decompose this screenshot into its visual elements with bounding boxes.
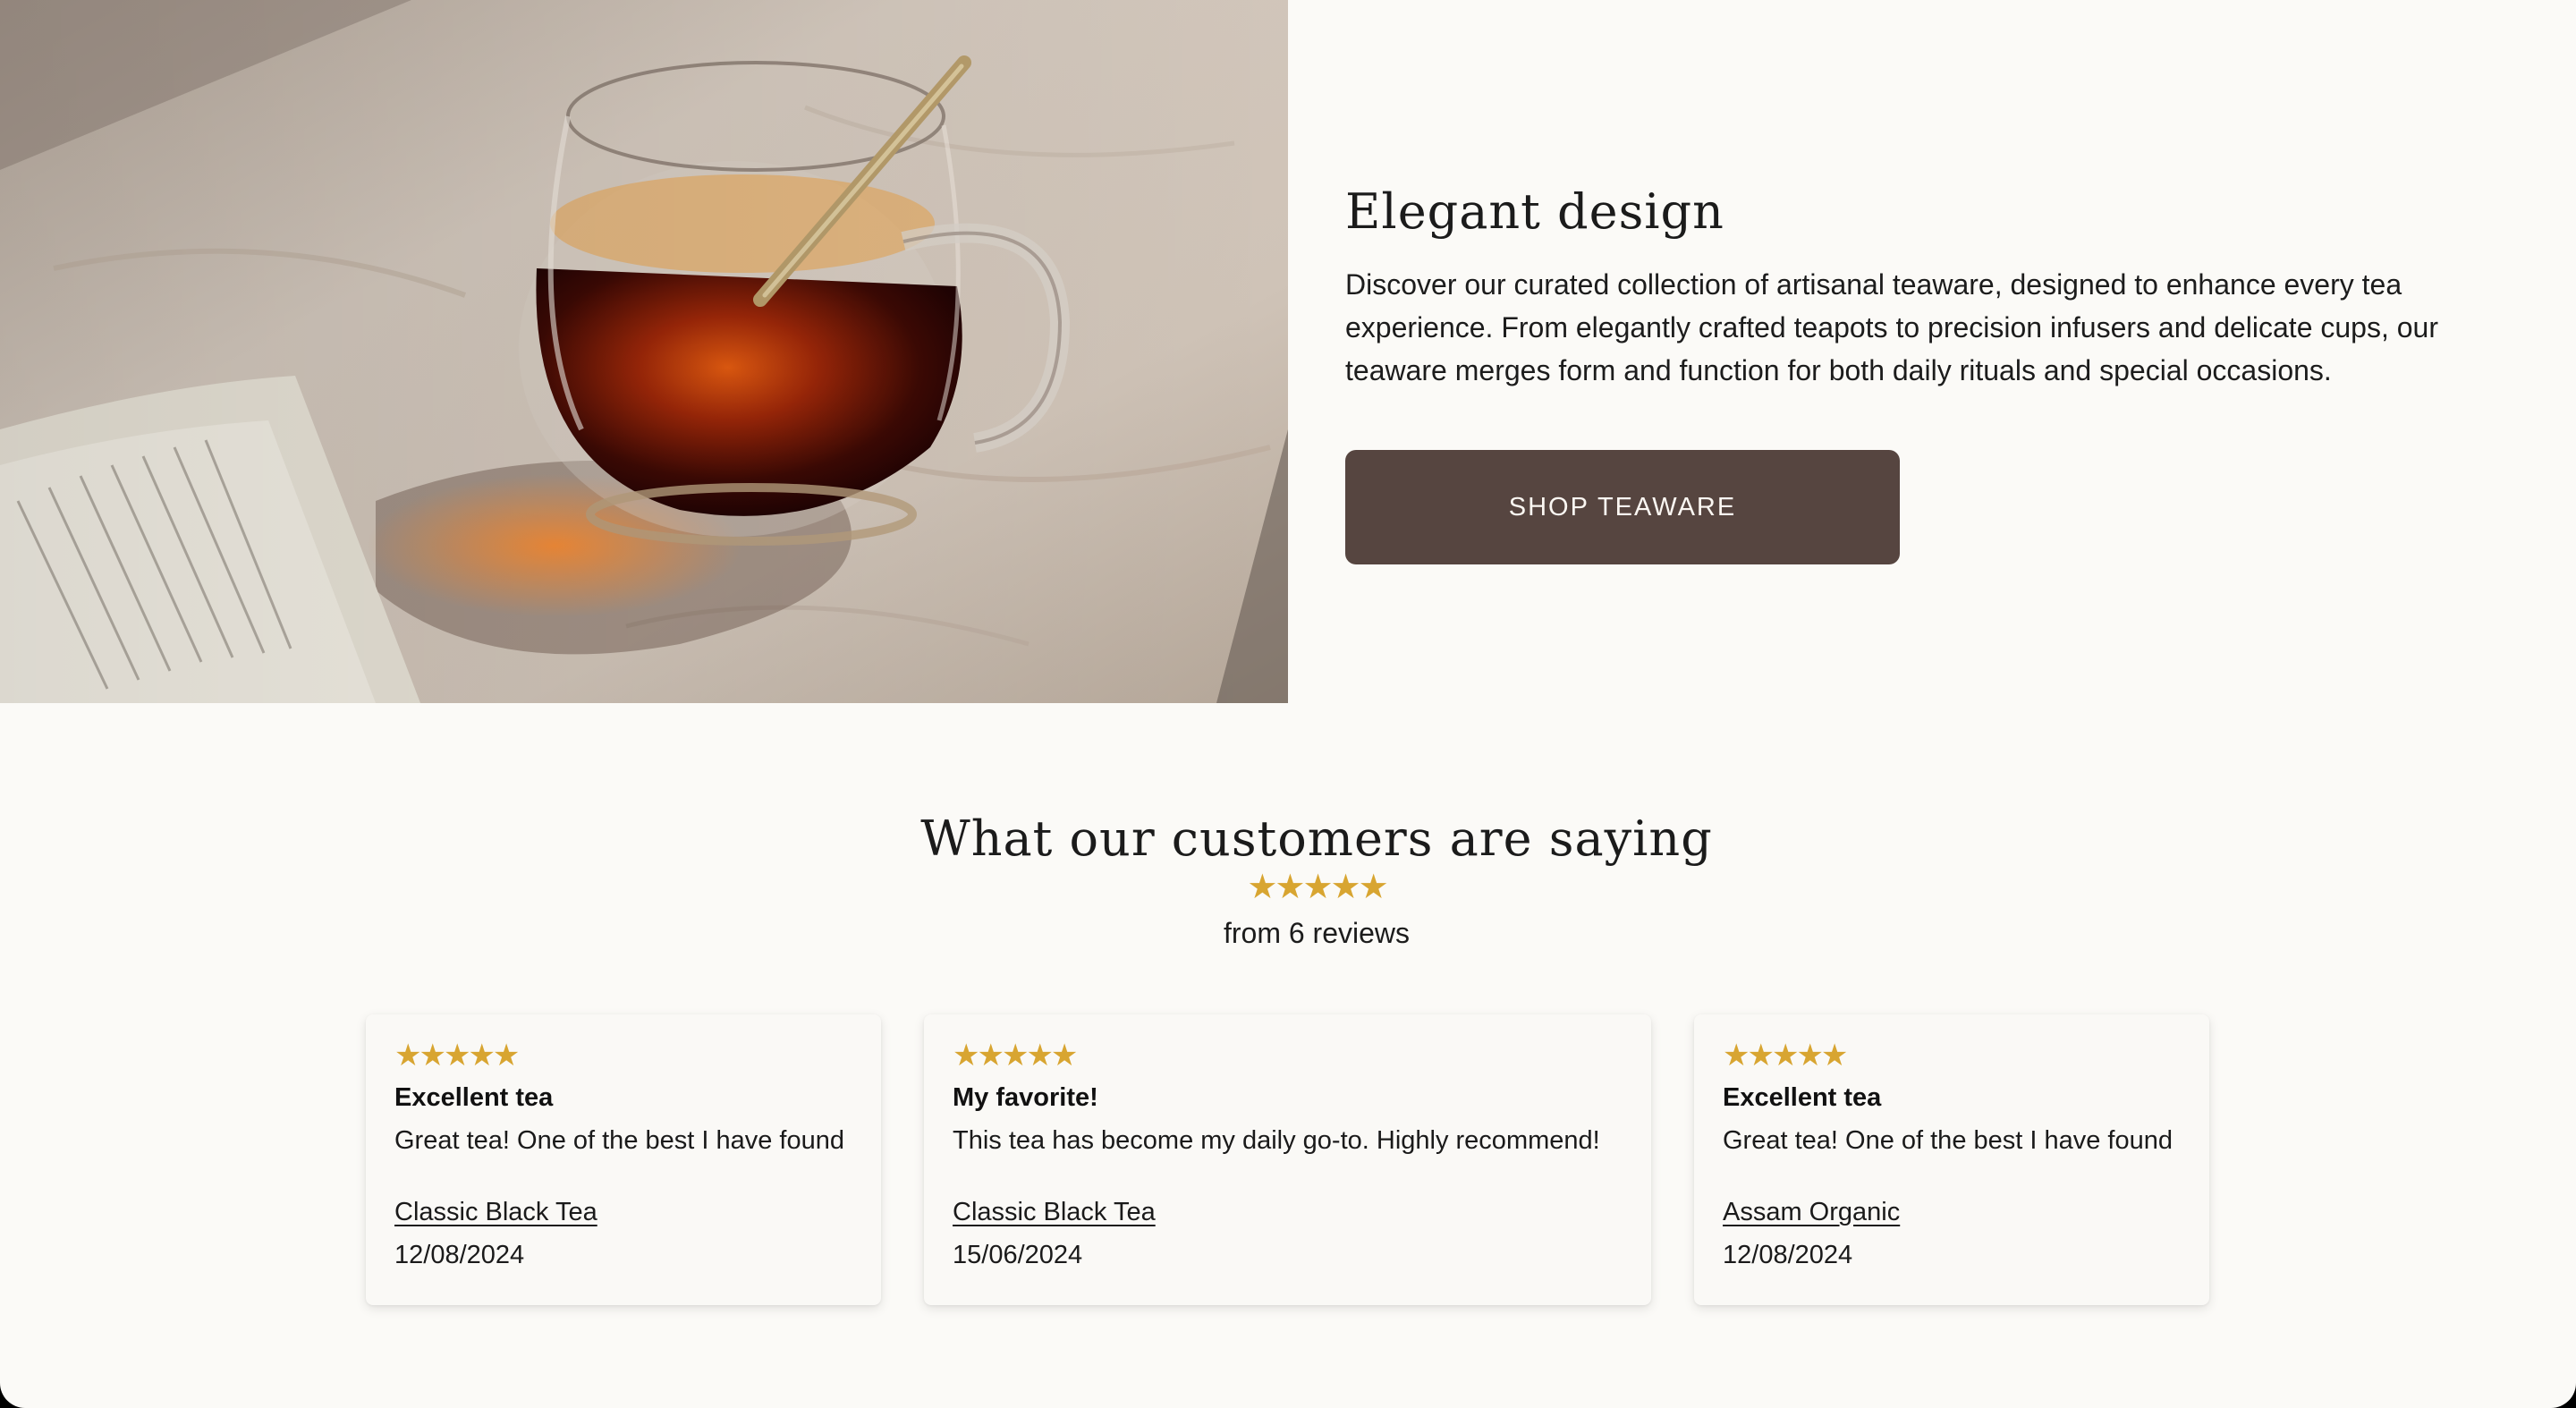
- review-date: 15/06/2024: [953, 1241, 1083, 1269]
- review-product-link[interactable]: Classic Black Tea: [394, 1192, 597, 1233]
- reviews-title: What our customers are saying: [920, 810, 1713, 867]
- average-rating-stars: ★★★★★: [1247, 869, 1388, 906]
- review-product-link[interactable]: Assam Organic: [1723, 1192, 1900, 1233]
- review-card: ★★★★★ My favorite! This tea has become m…: [924, 1014, 1651, 1305]
- review-stars: ★★★★★: [1723, 1039, 1848, 1073]
- hero-text-block: Elegant design Discover our curated coll…: [1345, 183, 2508, 392]
- shop-teaware-button[interactable]: SHOP TEAWARE: [1345, 450, 1900, 564]
- tea-cup-photo-illustration: [0, 0, 1288, 703]
- hero-description: Discover our curated collection of artis…: [1345, 268, 2438, 386]
- reviews-header: What our customers are saying ★★★★★ from…: [0, 803, 2576, 954]
- review-count: from 6 reviews: [1223, 917, 1411, 949]
- hero-title: Elegant design: [1345, 183, 1724, 240]
- review-title: Excellent tea: [1723, 1083, 1882, 1112]
- review-stars: ★★★★★: [394, 1039, 520, 1073]
- review-product-link[interactable]: Classic Black Tea: [953, 1192, 1156, 1233]
- review-stars: ★★★★★: [953, 1039, 1078, 1073]
- review-date: 12/08/2024: [394, 1241, 525, 1269]
- review-text: Great tea! One of the best I have found: [394, 1126, 844, 1155]
- review-text: Great tea! One of the best I have found: [1723, 1126, 2173, 1155]
- review-text: This tea has become my daily go-to. High…: [953, 1126, 1600, 1155]
- review-date: 12/08/2024: [1723, 1241, 1853, 1269]
- review-title: Excellent tea: [394, 1083, 554, 1112]
- review-card: ★★★★★ Excellent tea Great tea! One of th…: [366, 1014, 881, 1305]
- page: Elegant design Discover our curated coll…: [0, 0, 2576, 1408]
- hero-image: [0, 0, 1288, 703]
- review-title: My favorite!: [953, 1083, 1098, 1112]
- review-card: ★★★★★ Excellent tea Great tea! One of th…: [1694, 1014, 2209, 1305]
